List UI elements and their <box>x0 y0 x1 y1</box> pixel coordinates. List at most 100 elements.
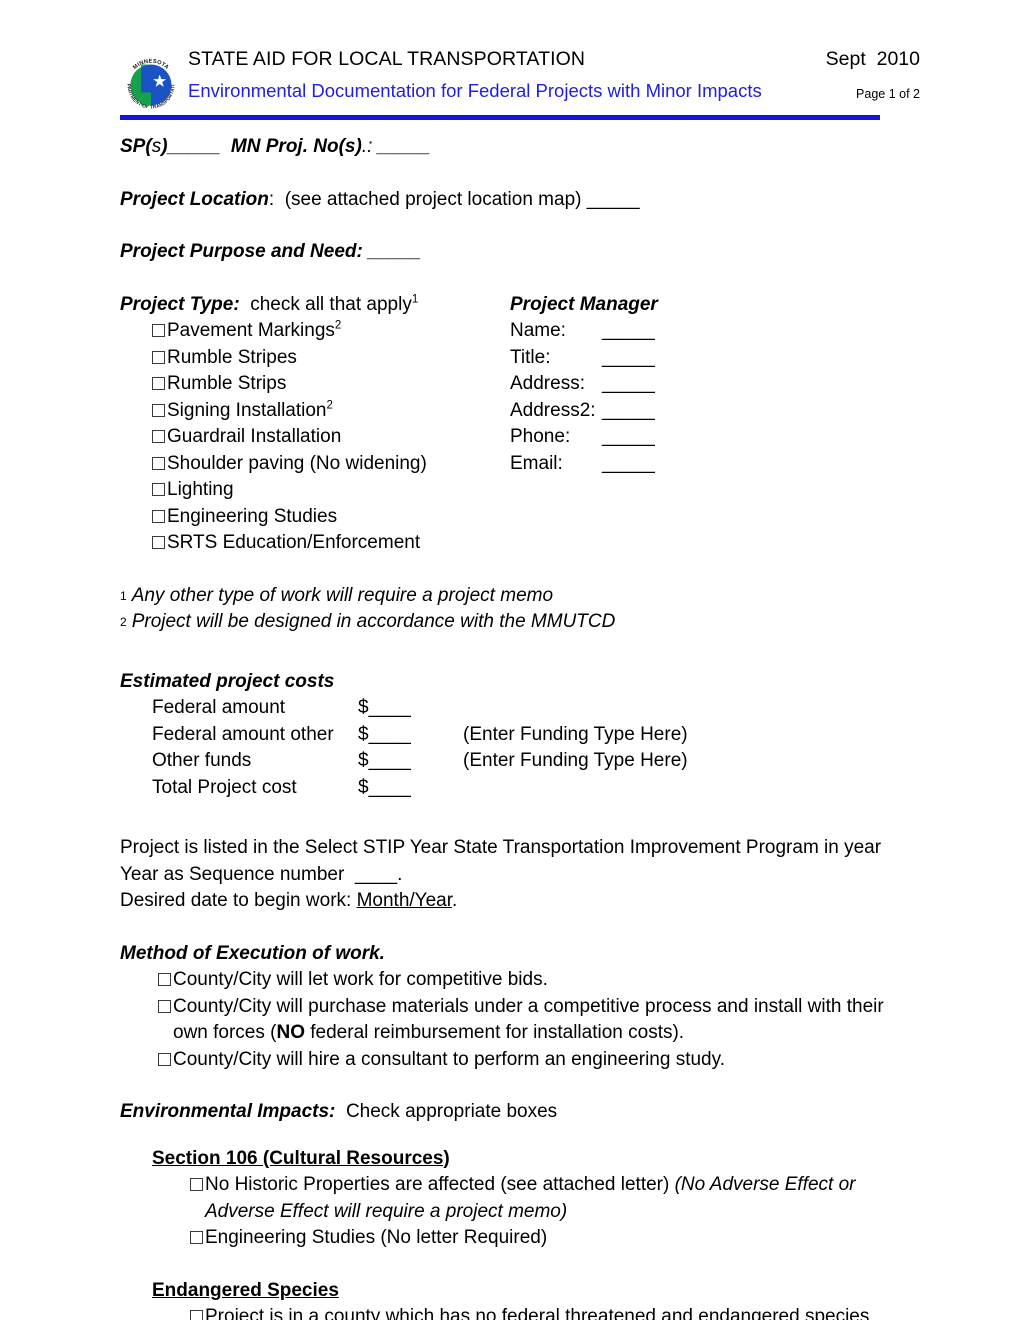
field-value[interactable]: _____ <box>602 424 655 451</box>
checkbox-row[interactable]: No Historic Properties are affected (see… <box>190 1172 920 1225</box>
checkbox-icon[interactable] <box>152 324 165 337</box>
checkbox-row[interactable]: Engineering Studies (No letter Required) <box>190 1225 920 1252</box>
cost-label: Federal amount other <box>152 723 334 745</box>
checkbox-icon[interactable] <box>152 377 165 390</box>
checkbox-label: County/City will let work for competitiv… <box>173 969 548 990</box>
field-label: Title: <box>510 346 551 368</box>
checkbox-row[interactable]: County/City will purchase materials unde… <box>158 994 920 1047</box>
project-type-heading-label: Project Type: <box>120 293 240 315</box>
checkbox-row[interactable]: Rumble Strips <box>152 371 510 398</box>
footnote-row: 2 Project will be designed in accordance… <box>120 609 920 635</box>
field-label: Address2: <box>510 399 596 421</box>
cost-amount[interactable]: $____ <box>358 722 463 749</box>
checkbox-row[interactable]: Signing Installation2 <box>152 398 510 425</box>
field-label: Name: <box>510 320 566 341</box>
project-purpose-need-blank[interactable]: _____ <box>363 241 421 262</box>
document-date: Sept 2010 <box>825 48 920 70</box>
checkbox-icon[interactable] <box>190 1310 203 1320</box>
checkbox-label: Lighting <box>167 479 234 500</box>
field-label: Email: <box>510 452 563 474</box>
cost-note[interactable] <box>463 775 920 802</box>
project-manager-field: Address2: _____ <box>510 398 920 425</box>
checkbox-icon[interactable] <box>158 999 171 1013</box>
checkbox-label: Project is in a county which has no fede… <box>205 1306 870 1320</box>
emphasis-no: NO <box>276 1022 305 1043</box>
checkbox-icon[interactable] <box>158 973 171 986</box>
field-value[interactable]: _____ <box>602 398 655 425</box>
cost-amount[interactable]: $____ <box>358 748 463 775</box>
endangered-species-options: Project is in a county which has no fede… <box>190 1304 920 1320</box>
cost-label: Total Project cost <box>152 776 297 798</box>
project-manager-heading: Project Manager <box>510 293 658 315</box>
checkbox-icon[interactable] <box>152 483 165 496</box>
checkbox-label: No Historic Properties are affected (see… <box>205 1174 856 1222</box>
checkbox-row[interactable]: Pavement Markings2 <box>152 318 510 345</box>
mn-proj-label: MN Proj. No(s) <box>230 136 362 157</box>
checkbox-row[interactable]: Shoulder paving (No widening) <box>152 451 510 478</box>
footnote-number: 1 <box>120 588 127 603</box>
checkbox-icon[interactable] <box>158 1052 171 1066</box>
checkbox-row[interactable]: County/City will let work for competitiv… <box>158 967 920 994</box>
environmental-impacts-label: Environmental Impacts: <box>120 1101 336 1122</box>
document-header: MINNESOTA DEPARTMENT OF TRANSPORTATION S… <box>118 46 920 120</box>
checkbox-row[interactable]: SRTS Education/Enforcement <box>152 530 510 557</box>
project-type-column: Project Type: check all that apply1 Pave… <box>120 292 510 557</box>
project-type-heading: Project Type: check all that apply1 <box>120 292 510 319</box>
project-type-heading-footnote: 1 <box>411 293 419 306</box>
section-106-options: No Historic Properties are affected (see… <box>190 1172 920 1252</box>
endangered-species-block: Endangered Species Project is in a count… <box>152 1278 920 1320</box>
project-location-line: Project Location: (see attached project … <box>120 187 920 214</box>
checkbox-icon[interactable] <box>190 1231 203 1244</box>
project-purpose-need-line: Project Purpose and Need: _____ <box>120 239 920 266</box>
endangered-species-title: Endangered Species <box>152 1279 339 1301</box>
field-value[interactable]: _____ <box>602 318 655 345</box>
field-value[interactable]: _____ <box>602 371 655 398</box>
project-type-and-manager-block: Project Type: check all that apply1 Pave… <box>120 292 920 557</box>
checkbox-row[interactable]: Guardrail Installation <box>152 424 510 451</box>
page-content: MINNESOTA DEPARTMENT OF TRANSPORTATION S… <box>118 46 920 1320</box>
checkbox-label: Rumble Strips <box>167 373 287 394</box>
checkbox-label: County/City will hire a consultant to pe… <box>173 1048 725 1070</box>
checkbox-icon[interactable] <box>152 536 165 549</box>
checkbox-icon[interactable] <box>152 430 165 443</box>
method-of-execution-options: County/City will let work for competitiv… <box>158 967 920 1073</box>
cost-note[interactable]: (Enter Funding Type Here) <box>463 748 920 775</box>
project-type-options: Pavement Markings2 Rumble Stripes Rumble… <box>152 318 510 557</box>
project-location-value[interactable]: : (see attached project location map) __… <box>269 189 640 210</box>
project-manager-column: Project Manager Name: _____ Title: _____… <box>510 292 920 478</box>
checkbox-icon[interactable] <box>152 456 165 470</box>
stip-paragraph: Project is listed in the Select STIP Yea… <box>120 837 887 885</box>
cost-note[interactable] <box>463 695 920 722</box>
mn-proj-blank[interactable]: .: _____ <box>362 136 431 157</box>
checkbox-label: Rumble Stripes <box>167 346 297 368</box>
cost-amount[interactable]: $____ <box>358 695 463 722</box>
section-106-block: Section 106 (Cultural Resources) No Hist… <box>152 1146 920 1252</box>
cost-note[interactable]: (Enter Funding Type Here) <box>463 722 920 749</box>
project-manager-field: Phone: _____ <box>510 424 920 451</box>
cost-amount[interactable]: $____ <box>358 775 463 802</box>
checkbox-row[interactable]: Lighting <box>152 477 510 504</box>
desired-date-prefix: Desired date to begin work: <box>120 890 357 911</box>
cost-row: Federal amount other $____ (Enter Fundin… <box>152 722 920 749</box>
checkbox-label: Engineering Studies (No letter Required) <box>205 1227 548 1248</box>
checkbox-icon[interactable] <box>152 403 165 417</box>
footnote-number: 2 <box>120 614 127 629</box>
field-value[interactable]: _____ <box>602 345 655 372</box>
checkbox-icon[interactable] <box>152 350 165 364</box>
cost-row: Federal amount $____ <box>152 695 920 722</box>
page-number-label: Page 1 of 2 <box>856 87 920 101</box>
checkbox-row[interactable]: County/City will hire a consultant to pe… <box>158 1047 920 1074</box>
sp-blank[interactable]: )_____ <box>161 136 220 157</box>
checkbox-icon[interactable] <box>190 1178 203 1191</box>
checkbox-row[interactable]: Rumble Stripes <box>152 345 510 372</box>
desired-date-value[interactable]: Month/Year <box>357 890 452 911</box>
checkbox-row[interactable]: Project is in a county which has no fede… <box>190 1304 920 1320</box>
checkbox-label: Signing Installation2 <box>167 399 333 421</box>
field-value[interactable]: _____ <box>602 451 655 478</box>
project-manager-field: Name: _____ <box>510 318 920 345</box>
header-title-row: STATE AID FOR LOCAL TRANSPORTATION Sept … <box>188 46 920 76</box>
checkbox-row[interactable]: Engineering Studies <box>152 504 510 531</box>
checkbox-icon[interactable] <box>152 509 165 523</box>
checkbox-label: SRTS Education/Enforcement <box>167 532 421 553</box>
sp-prefix: SP( <box>120 136 152 157</box>
